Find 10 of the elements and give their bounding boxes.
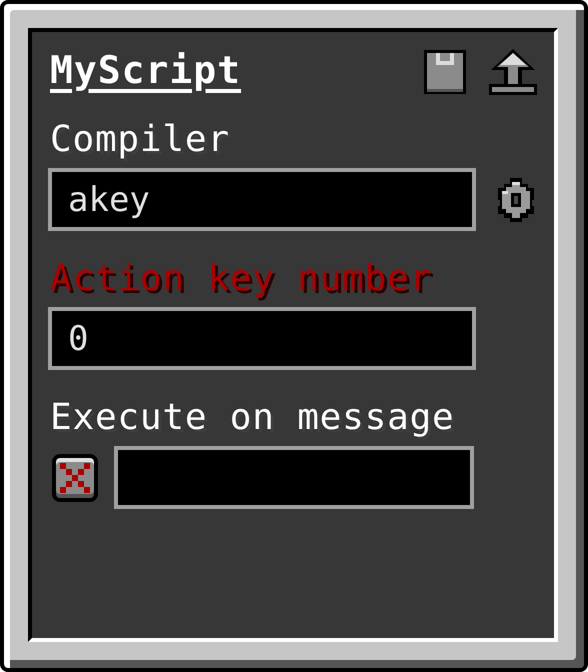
field-label: Compiler xyxy=(50,118,231,162)
window-title: MyScript xyxy=(50,50,242,90)
upload-icon[interactable] xyxy=(488,48,538,96)
field-label: Execute on message xyxy=(50,396,456,440)
field-label: Action key number xyxy=(50,257,434,301)
save-icon[interactable] xyxy=(422,48,468,96)
input-field[interactable]: akey xyxy=(48,168,476,231)
input-field[interactable] xyxy=(114,446,474,509)
input-field[interactable]: 0 xyxy=(48,307,476,370)
checkbox[interactable] xyxy=(52,454,98,502)
